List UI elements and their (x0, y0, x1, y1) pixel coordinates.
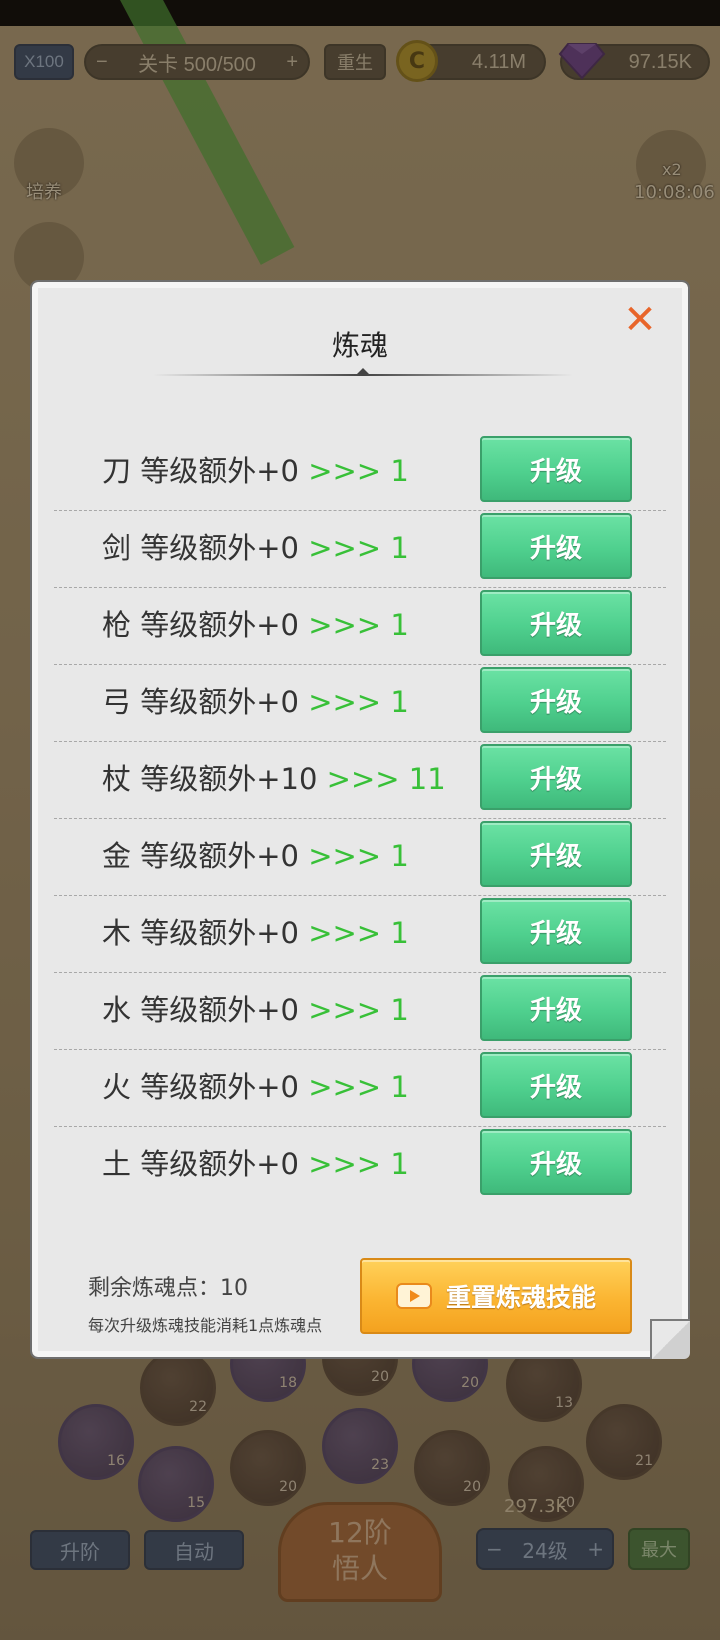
skill-bonus: 等级额外+0 (140, 1147, 299, 1181)
skill-row: 木 等级额外+0 >>> 1 升级 (54, 896, 666, 973)
arrow-glyph: >>> (308, 608, 382, 642)
remaining-points: 剩余炼魂点：10 (88, 1270, 248, 1302)
skill-text: 杖 等级额外+10 >>> 11 (102, 756, 446, 798)
remaining-value: 10 (220, 1276, 249, 1301)
arrow-glyph: >>> (308, 1070, 382, 1104)
remaining-label: 剩余炼魂点： (88, 1276, 221, 1301)
skill-bonus: 等级额外+0 (140, 531, 299, 565)
skill-name: 土 (102, 1147, 132, 1181)
title-divider-tick (357, 368, 369, 374)
upgrade-button[interactable]: 升级 (480, 821, 632, 887)
arrow-glyph: >>> (308, 839, 382, 873)
video-ad-icon (395, 1283, 432, 1309)
arrow-glyph: >>> (326, 762, 400, 796)
skill-bonus: 等级额外+0 (140, 454, 299, 488)
skill-name: 枪 (102, 608, 132, 642)
skill-name: 木 (102, 916, 132, 950)
upgrade-button[interactable]: 升级 (480, 898, 632, 964)
arrow-glyph: >>> (308, 916, 382, 950)
skill-row: 枪 等级额外+0 >>> 1 升级 (54, 588, 666, 665)
skill-row: 杖 等级额外+10 >>> 11 升级 (54, 742, 666, 819)
skill-text: 枪 等级额外+0 >>> 1 (102, 602, 409, 644)
reset-label: 重置炼魂技能 (445, 1283, 596, 1312)
skill-row: 水 等级额外+0 >>> 1 升级 (54, 973, 666, 1050)
next-level: 1 (390, 608, 409, 642)
skill-text: 火 等级额外+0 >>> 1 (102, 1064, 409, 1106)
skill-next-value: >>> 1 (308, 993, 409, 1027)
skill-row: 火 等级额外+0 >>> 1 升级 (54, 1050, 666, 1127)
skill-next-value: >>> 1 (308, 531, 409, 565)
upgrade-button[interactable]: 升级 (480, 975, 632, 1041)
skill-next-value: >>> 1 (308, 608, 409, 642)
next-level: 1 (390, 531, 409, 565)
skill-bonus: 等级额外+10 (140, 762, 318, 796)
skill-row: 刀 等级额外+0 >>> 1 升级 (54, 434, 666, 511)
skill-row: 金 等级额外+0 >>> 1 升级 (54, 819, 666, 896)
skill-bonus: 等级额外+0 (140, 608, 299, 642)
skill-bonus: 等级额外+0 (140, 685, 299, 719)
upgrade-button[interactable]: 升级 (480, 744, 632, 810)
skill-next-value: >>> 11 (327, 762, 446, 796)
skill-text: 水 等级额外+0 >>> 1 (102, 987, 409, 1029)
skill-row: 弓 等级额外+0 >>> 1 升级 (54, 665, 666, 742)
arrow-glyph: >>> (308, 685, 382, 719)
skill-name: 金 (102, 839, 132, 873)
skill-bonus: 等级额外+0 (140, 1070, 299, 1104)
arrow-glyph: >>> (308, 454, 382, 488)
skill-name: 剑 (102, 531, 132, 565)
skill-text: 剑 等级额外+0 >>> 1 (102, 525, 409, 567)
skill-name: 刀 (102, 454, 132, 488)
skill-name: 水 (102, 993, 132, 1027)
next-level: 1 (390, 1147, 409, 1181)
next-level: 1 (390, 454, 409, 488)
arrow-glyph: >>> (308, 993, 382, 1027)
skill-next-value: >>> 1 (308, 839, 409, 873)
cost-note: 每次升级炼魂技能消耗1点炼魂点 (88, 1316, 323, 1335)
upgrade-button[interactable]: 升级 (480, 1052, 632, 1118)
skill-text: 金 等级额外+0 >>> 1 (102, 833, 409, 875)
soul-refine-dialog: 炼魂 ✕ 刀 等级额外+0 >>> 1 升级剑 等级额外+0 >>> 1 升级枪 等… (30, 280, 690, 1359)
skill-next-value: >>> 1 (308, 1070, 409, 1104)
upgrade-button[interactable]: 升级 (480, 590, 632, 656)
upgrade-button[interactable]: 升级 (480, 513, 632, 579)
skill-text: 弓 等级额外+0 >>> 1 (102, 679, 409, 721)
skill-row: 土 等级额外+0 >>> 1 升级 (54, 1127, 666, 1204)
next-level: 1 (390, 685, 409, 719)
skill-name: 杖 (102, 762, 132, 796)
arrow-glyph: >>> (308, 531, 382, 565)
skill-next-value: >>> 1 (308, 685, 409, 719)
title-divider (153, 374, 573, 376)
skill-next-value: >>> 1 (308, 1147, 409, 1181)
skill-text: 木 等级额外+0 >>> 1 (102, 910, 409, 952)
skill-list: 刀 等级额外+0 >>> 1 升级剑 等级额外+0 >>> 1 升级枪 等级额外+0… (54, 434, 666, 1204)
skill-text: 土 等级额外+0 >>> 1 (102, 1141, 409, 1183)
skill-next-value: >>> 1 (308, 454, 409, 488)
skill-next-value: >>> 1 (308, 916, 409, 950)
skill-name: 弓 (102, 685, 132, 719)
skill-row: 剑 等级额外+0 >>> 1 升级 (54, 511, 666, 588)
skill-bonus: 等级额外+0 (140, 839, 299, 873)
reset-skills-button[interactable]: 重置炼魂技能 (360, 1258, 632, 1334)
close-button[interactable]: ✕ (620, 300, 660, 340)
dialog-title: 炼魂 (331, 329, 388, 362)
skill-text: 刀 等级额外+0 >>> 1 (102, 448, 409, 490)
next-level: 1 (390, 993, 409, 1027)
arrow-glyph: >>> (308, 1147, 382, 1181)
page-curl-decoration (650, 1319, 690, 1359)
skill-bonus: 等级额外+0 (140, 993, 299, 1027)
next-level: 1 (390, 839, 409, 873)
upgrade-button[interactable]: 升级 (480, 667, 632, 733)
next-level: 11 (408, 762, 446, 796)
skill-name: 火 (102, 1070, 132, 1104)
upgrade-button[interactable]: 升级 (480, 1129, 632, 1195)
next-level: 1 (390, 1070, 409, 1104)
next-level: 1 (390, 916, 409, 950)
upgrade-button[interactable]: 升级 (480, 436, 632, 502)
skill-bonus: 等级额外+0 (140, 916, 299, 950)
